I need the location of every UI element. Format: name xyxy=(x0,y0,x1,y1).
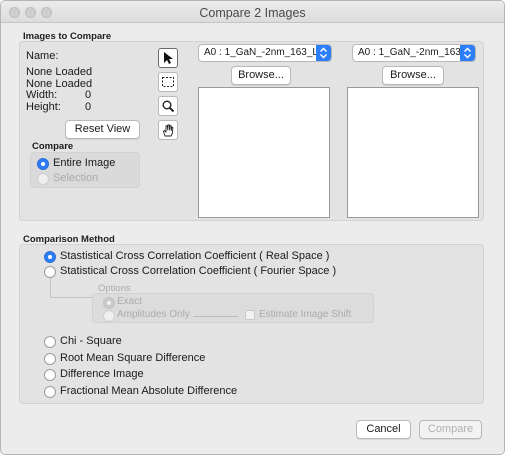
method-rms-difference-label: Root Mean Square Difference xyxy=(60,352,206,364)
width-label: Width: xyxy=(26,89,58,101)
estimate-shift-checkbox[interactable] xyxy=(245,310,255,320)
estimate-shift-label: Estimate Image Shift xyxy=(259,309,352,320)
zoom-icon xyxy=(162,100,175,113)
method-chi-square-label: Chi - Square xyxy=(60,335,122,347)
status-line-1: None Loaded xyxy=(26,66,93,78)
arrow-pointer-icon xyxy=(164,52,173,64)
browse-b-button[interactable]: Browse... xyxy=(382,66,444,85)
browse-a-button[interactable]: Browse... xyxy=(231,66,291,85)
method-fourier-space-label: Statistical Cross Correlation Coefficien… xyxy=(60,265,337,277)
zoom-tool-button[interactable] xyxy=(158,96,178,116)
amplitude-slider[interactable] xyxy=(193,316,238,317)
exact-label: Exact xyxy=(117,296,143,307)
entire-image-label: Entire Image xyxy=(53,157,116,169)
title-bar: Compare 2 Images xyxy=(1,1,504,23)
method-difference-image-label: Difference Image xyxy=(60,368,144,380)
method-difference-image-radio[interactable] xyxy=(44,369,56,381)
cancel-button[interactable]: Cancel xyxy=(356,420,411,439)
name-label: Name: xyxy=(26,50,59,62)
amplitudes-only-radio[interactable] xyxy=(103,310,115,322)
method-real-space-radio[interactable] xyxy=(44,251,56,263)
chevron-updown-icon xyxy=(460,45,475,61)
marquee-select-icon xyxy=(162,77,174,87)
image-b-select[interactable]: A0 : 1_GaN_-2nm_163_ xyxy=(352,44,476,62)
compare-button[interactable]: Compare xyxy=(419,420,482,439)
compare-group-label: Compare xyxy=(32,141,74,152)
compare-images-window: Compare 2 Images Images to Compare Name:… xyxy=(0,0,505,455)
chevron-updown-icon xyxy=(316,45,331,61)
image-a-preview[interactable] xyxy=(198,87,330,218)
entire-image-radio[interactable] xyxy=(37,158,49,170)
compare-group-box: Entire Image Selection xyxy=(30,152,140,188)
marquee-tool-button[interactable] xyxy=(158,72,178,92)
method-fourier-space-radio[interactable] xyxy=(44,266,56,278)
method-real-space-label: Stastistical Cross Correlation Coefficie… xyxy=(60,250,330,262)
options-connector xyxy=(50,297,92,298)
image-b-preview[interactable] xyxy=(347,87,479,218)
method-fractional-mad-label: Fractional Mean Absolute Difference xyxy=(60,385,238,397)
width-value: 0 xyxy=(85,89,92,101)
method-panel: Stastistical Cross Correlation Coefficie… xyxy=(19,244,484,404)
hand-tool-button[interactable] xyxy=(158,120,178,140)
height-value: 0 xyxy=(85,101,92,113)
window-title: Compare 2 Images xyxy=(199,6,306,20)
selection-radio[interactable] xyxy=(37,173,49,185)
method-chi-square-radio[interactable] xyxy=(44,336,56,348)
reset-view-button[interactable]: Reset View xyxy=(65,120,140,139)
pointer-tool-button[interactable] xyxy=(158,48,178,68)
exact-radio[interactable] xyxy=(103,297,115,309)
image-a-select[interactable]: A0 : 1_GaN_-2nm_163_La xyxy=(198,44,332,62)
method-rms-difference-radio[interactable] xyxy=(44,353,56,365)
options-box: Exact Amplitudes Only Estimate Image Shi… xyxy=(92,293,374,323)
image-a-selected: A0 : 1_GaN_-2nm_163_La xyxy=(204,47,324,58)
selection-label: Selection xyxy=(53,172,99,184)
height-label: Height: xyxy=(26,101,61,113)
image-b-selected: A0 : 1_GaN_-2nm_163_ xyxy=(358,47,467,58)
hand-pan-icon xyxy=(163,124,174,137)
options-connector xyxy=(50,278,51,297)
method-fractional-mad-radio[interactable] xyxy=(44,386,56,398)
amplitudes-only-label: Amplitudes Only xyxy=(117,309,190,320)
images-panel: Name: None Loaded None Loaded Width: 0 H… xyxy=(19,41,484,221)
